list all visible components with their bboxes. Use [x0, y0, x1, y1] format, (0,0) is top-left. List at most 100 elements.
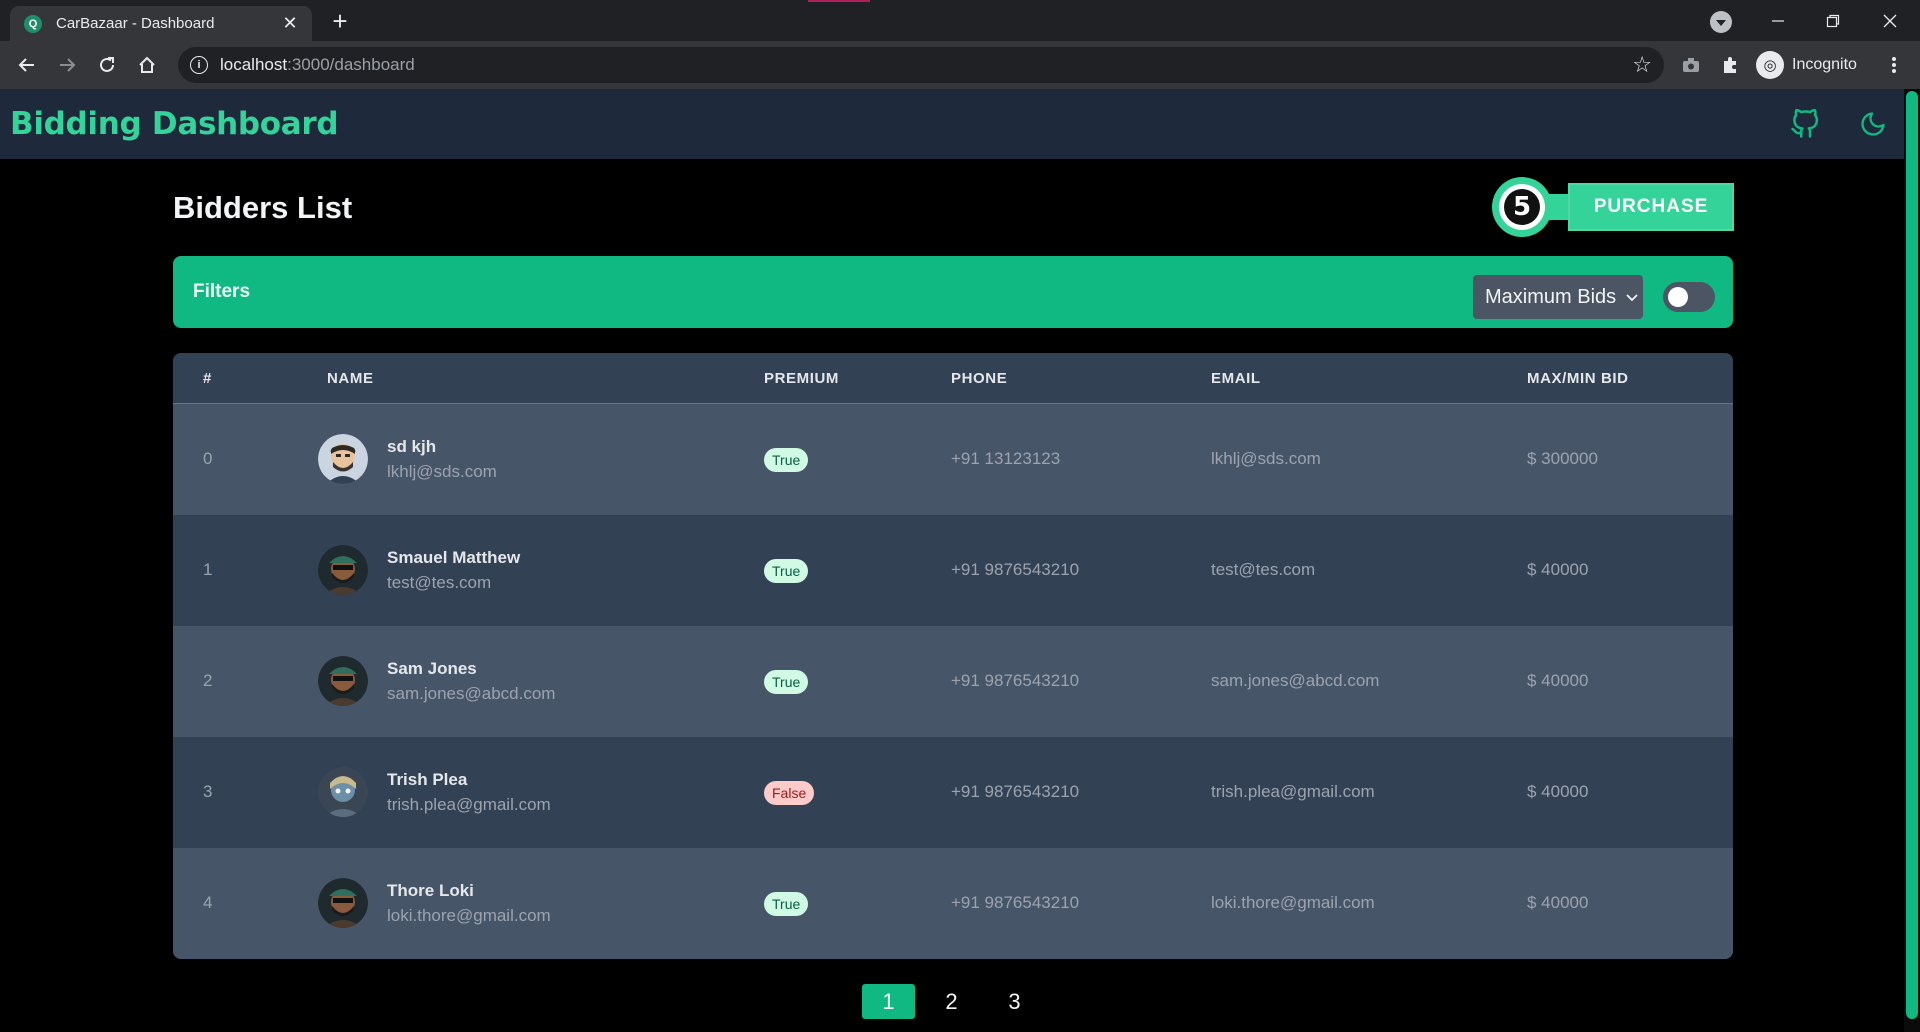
page-title: Bidders List — [173, 190, 353, 225]
page-scrollbar[interactable] — [1904, 89, 1920, 1032]
bidder-email-sub: test@tes.com — [387, 573, 492, 592]
extensions-icon[interactable] — [1714, 49, 1746, 81]
avatar — [318, 656, 368, 706]
bidder-email-sub: loki.thore@gmail.com — [387, 906, 551, 925]
bidder-email-sub: trish.plea@gmail.com — [387, 795, 551, 814]
brand-title[interactable]: Bidding Dashboard — [10, 106, 339, 142]
bidder-email: test@tes.com — [1211, 560, 1316, 579]
premium-badge: True — [764, 448, 809, 472]
bidder-bid: $ 40000 — [1527, 671, 1589, 690]
bidder-email-sub: sam.jones@abcd.com — [387, 684, 556, 703]
url-host: localhost — [220, 55, 288, 74]
header-name: NAME — [327, 370, 374, 387]
browser-tab-bar: Q CarBazaar - Dashboard ✕ + — [0, 0, 1920, 41]
toggle-knob — [1668, 287, 1688, 307]
row-index: 3 — [203, 782, 213, 801]
bidder-phone: +91 9876543210 — [951, 560, 1080, 579]
bidder-name: Sam Jones — [387, 659, 477, 678]
avatar — [318, 434, 368, 484]
table-row[interactable]: 0 sd kjh lkhlj@sds.com True +91 13123123… — [173, 404, 1733, 515]
bidder-bid: $ 40000 — [1527, 560, 1589, 579]
table-row[interactable]: 2 Sam Jones sam.jones@abcd.com True +91 … — [173, 626, 1733, 737]
github-icon[interactable] — [1788, 107, 1822, 141]
bidder-bid: $ 40000 — [1527, 893, 1589, 912]
filters-bar: Filters Maximum Bids — [173, 256, 1733, 328]
tab-title: CarBazaar - Dashboard — [56, 15, 215, 32]
tab-strip-accent — [808, 0, 870, 2]
home-icon[interactable] — [131, 49, 163, 81]
avatar — [318, 545, 368, 595]
table-header: # NAME PREMIUM PHONE EMAIL MAX/MIN BID — [173, 353, 1733, 404]
bidder-phone: +91 9876543210 — [951, 671, 1080, 690]
car-bazaar-favicon-icon: Q — [24, 14, 42, 33]
table-row[interactable]: 4 Thore Loki loki.thore@gmail.com True +… — [173, 848, 1733, 959]
bidder-name: Thore Loki — [387, 881, 474, 900]
bidder-email-sub: lkhlj@sds.com — [387, 462, 497, 481]
avatar — [318, 878, 368, 928]
bidder-email: lkhlj@sds.com — [1211, 449, 1321, 468]
purchase-logo-letter: 5 — [1504, 189, 1540, 225]
back-icon[interactable] — [11, 49, 43, 81]
url-path: :3000/dashboard — [287, 55, 415, 74]
header-email: EMAIL — [1211, 370, 1261, 387]
minimize-icon[interactable] — [1760, 0, 1796, 41]
filter-toggle[interactable] — [1663, 282, 1715, 312]
bidder-phone: +91 9876543210 — [951, 782, 1080, 801]
bidders-table: # NAME PREMIUM PHONE EMAIL MAX/MIN BID 0… — [173, 353, 1733, 959]
page-button-3[interactable]: 3 — [988, 984, 1041, 1019]
camera-icon[interactable] — [1675, 49, 1707, 81]
avatar — [318, 767, 368, 817]
filters-label: Filters — [193, 281, 251, 302]
bidder-name: Smauel Matthew — [387, 548, 521, 567]
scrollbar-thumb[interactable] — [1906, 91, 1918, 1019]
sort-select-value: Maximum Bids — [1485, 285, 1617, 308]
site-info-icon[interactable]: i — [190, 56, 208, 74]
browser-tab[interactable]: Q CarBazaar - Dashboard ✕ — [10, 6, 312, 41]
page-button-1[interactable]: 1 — [862, 984, 915, 1019]
header-phone: PHONE — [951, 370, 1008, 387]
incognito-profile[interactable]: ◎ Incognito — [1756, 49, 1857, 81]
tab-search-icon[interactable] — [1710, 11, 1732, 33]
purchase-widget[interactable]: 5 PURCHASE — [1492, 177, 1734, 237]
row-index: 1 — [203, 560, 213, 579]
address-bar[interactable]: i localhost:3000/dashboard ☆ — [178, 47, 1664, 83]
page-viewport: Bidding Dashboard Bidders List 5 PURCHAS… — [0, 89, 1920, 1032]
table-row[interactable]: 3 Trish Plea trish.plea@gmail.com False … — [173, 737, 1733, 848]
forward-icon[interactable] — [51, 49, 83, 81]
window-close-icon[interactable] — [1872, 0, 1908, 41]
row-index: 4 — [203, 893, 213, 912]
incognito-icon: ◎ — [1756, 51, 1784, 79]
bidder-email: sam.jones@abcd.com — [1211, 671, 1380, 690]
pagination: 1 2 3 — [862, 984, 1041, 1019]
premium-badge: True — [764, 892, 809, 916]
chevron-down-icon — [1626, 289, 1638, 305]
restore-icon[interactable] — [1815, 0, 1851, 41]
purchase-logo-icon: 5 — [1492, 177, 1552, 237]
row-index: 0 — [203, 449, 213, 468]
bidder-email: loki.thore@gmail.com — [1211, 893, 1375, 912]
tab-close-icon[interactable]: ✕ — [280, 13, 300, 34]
bidder-phone: +91 9876543210 — [951, 893, 1080, 912]
browser-toolbar: i localhost:3000/dashboard ☆ ◎ Incognito — [0, 41, 1920, 89]
header-premium: PREMIUM — [764, 370, 840, 387]
bidder-name: sd kjh — [387, 437, 437, 456]
premium-badge: True — [764, 559, 809, 583]
page-button-2[interactable]: 2 — [925, 984, 978, 1019]
bidder-name: Trish Plea — [387, 770, 468, 789]
header-bid: MAX/MIN BID — [1527, 370, 1629, 387]
incognito-label: Incognito — [1792, 56, 1857, 73]
bookmark-star-icon[interactable]: ☆ — [1632, 52, 1652, 78]
app-navbar: Bidding Dashboard — [0, 89, 1904, 159]
moon-icon[interactable] — [1856, 107, 1890, 141]
browser-menu-icon[interactable] — [1878, 49, 1910, 81]
row-index: 2 — [203, 671, 213, 690]
purchase-button[interactable]: PURCHASE — [1568, 183, 1734, 231]
premium-badge: True — [764, 670, 809, 694]
new-tab-button[interactable]: + — [325, 6, 355, 36]
header-index: # — [203, 370, 212, 387]
reload-icon[interactable] — [91, 49, 123, 81]
table-row[interactable]: 1 Smauel Matthew test@tes.com True +91 9… — [173, 515, 1733, 626]
premium-badge: False — [764, 781, 815, 805]
sort-select[interactable]: Maximum Bids — [1473, 275, 1643, 319]
bidder-email: trish.plea@gmail.com — [1211, 782, 1375, 801]
